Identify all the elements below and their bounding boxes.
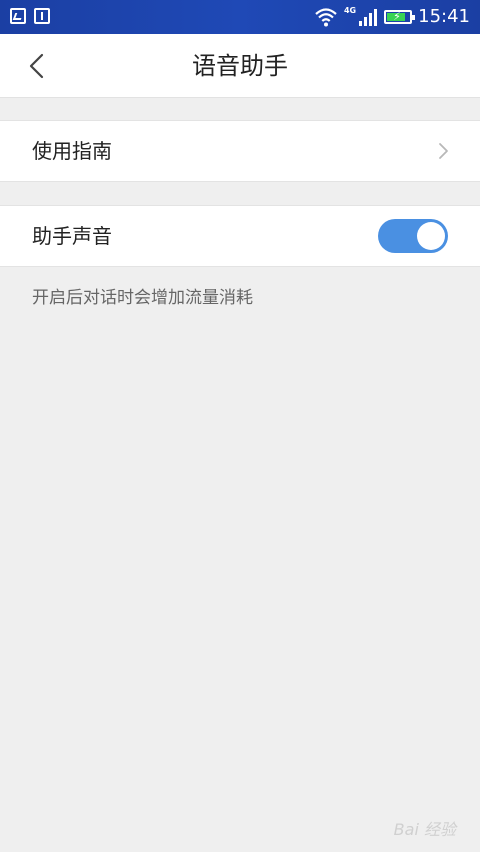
status-left-icons (10, 8, 50, 24)
chevron-right-icon (439, 143, 448, 159)
network-type-label: 4G (343, 5, 357, 15)
status-time: 15:41 (418, 6, 470, 27)
wifi-icon (315, 8, 337, 27)
page-title: 语音助手 (192, 52, 288, 80)
status-right-icons: 4G ⚡ 15:41 (314, 5, 470, 29)
app-header: 语音助手 (0, 34, 480, 98)
watermark-logo: Bai 经验 (393, 820, 456, 839)
cellular-signal-icon (359, 9, 378, 26)
sim-card-icon (34, 8, 50, 24)
battery-charging-icon: ⚡ (384, 10, 416, 24)
assistant-voice-toggle[interactable] (378, 219, 448, 253)
image-notification-icon (10, 8, 26, 24)
toggle-knob (417, 222, 445, 250)
status-bar: 4G ⚡ 15:41 (0, 0, 480, 34)
assistant-voice-label: 助手声音 (32, 224, 112, 248)
assistant-voice-row: 助手声音 (0, 205, 480, 267)
guide-label: 使用指南 (32, 139, 112, 163)
hint-text: 开启后对话时会增加流量消耗 (32, 288, 253, 308)
guide-row[interactable]: 使用指南 (0, 120, 480, 182)
